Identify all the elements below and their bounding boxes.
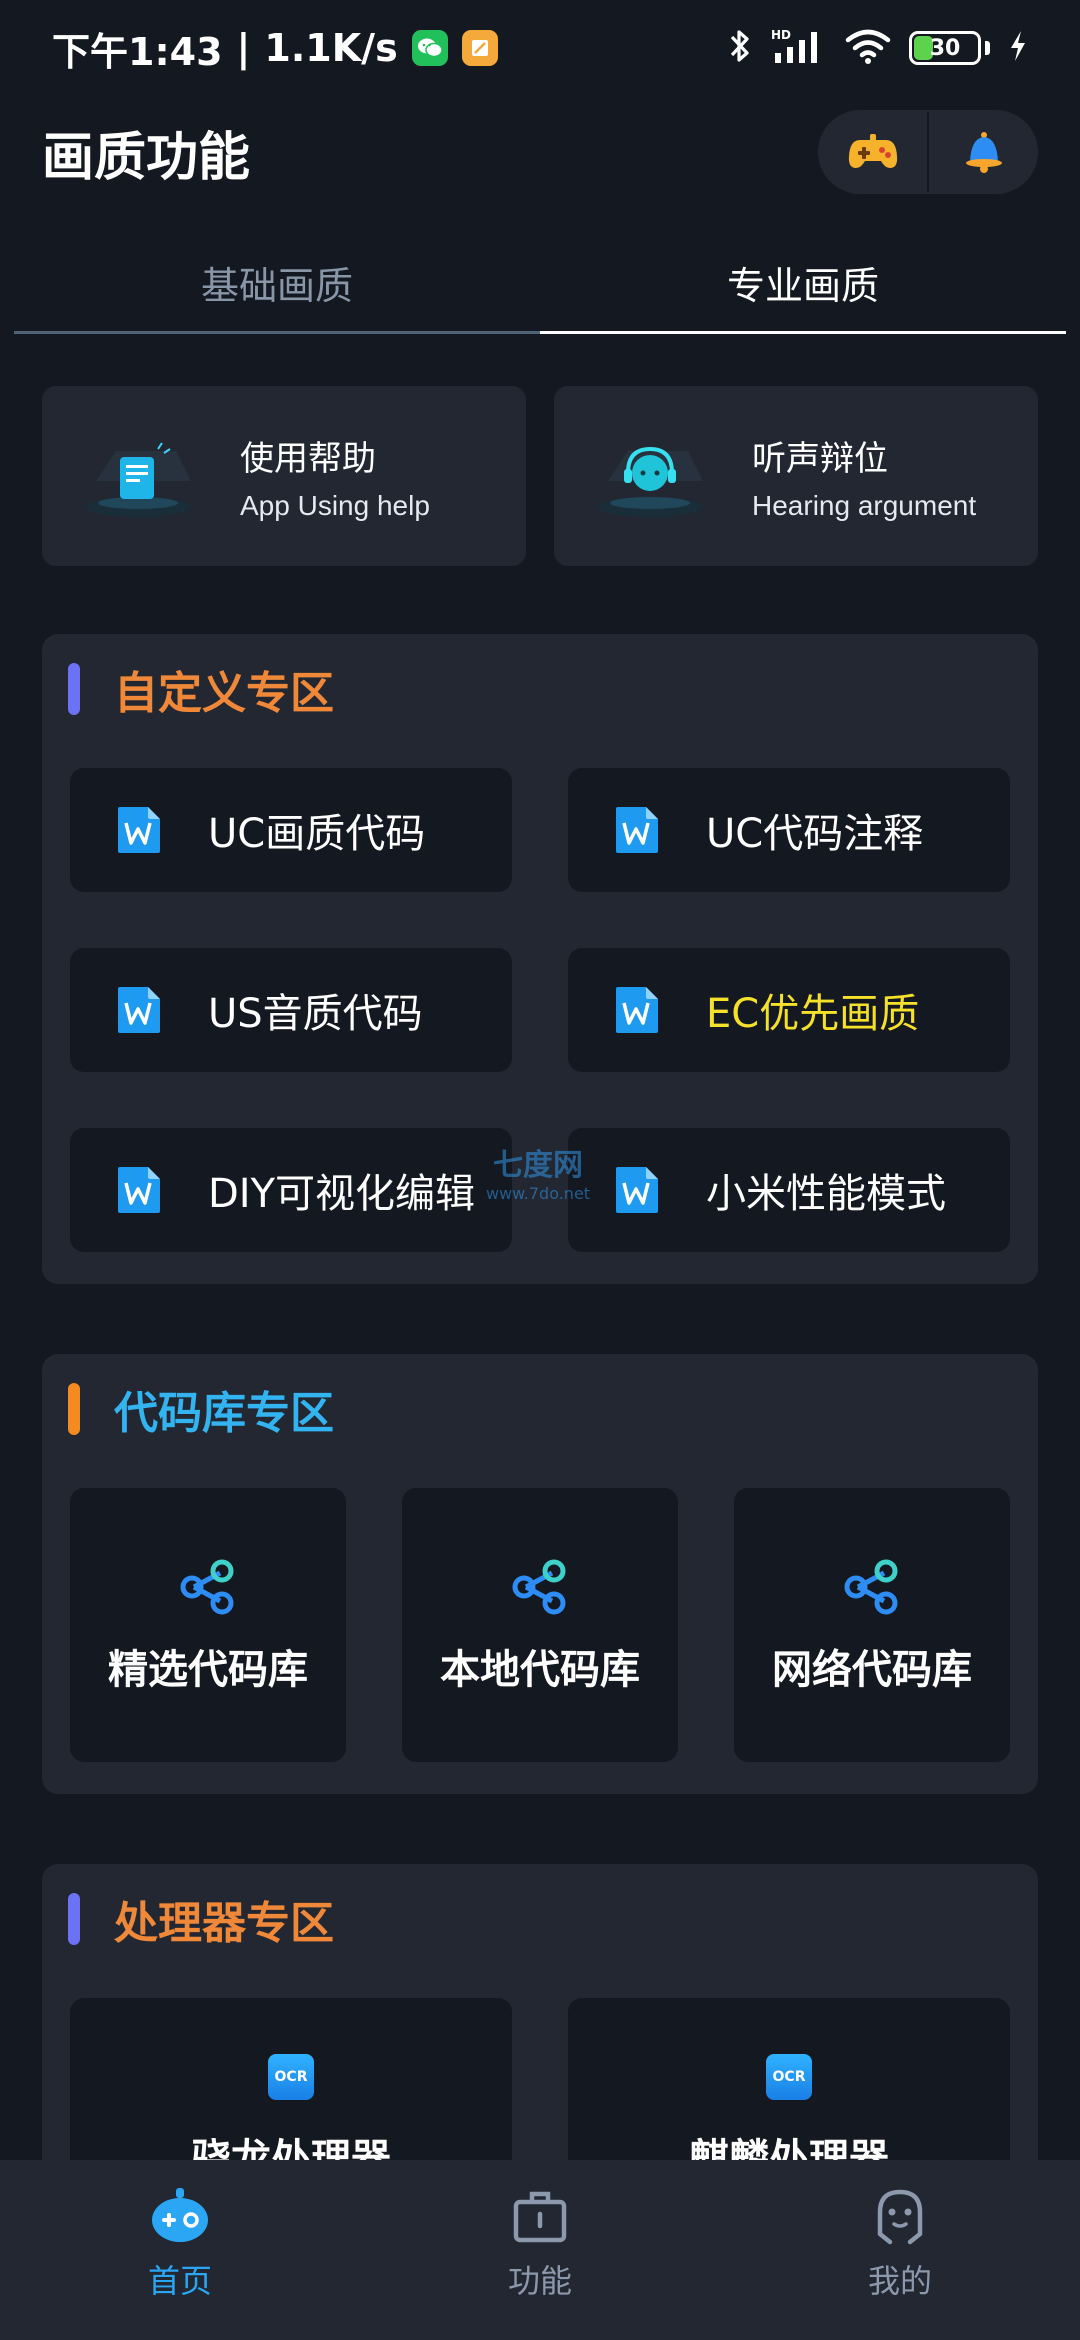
notification-button[interactable] [929,110,1038,194]
uc-quality-code-button[interactable]: UC画质代码 [70,768,512,892]
help-card-title: 使用帮助 [240,438,376,479]
local-library-button[interactable]: 本地代码库 [402,1488,678,1762]
status-bar: 下午1:43 | 1.1K/s HD 30 [0,0,1080,96]
diy-visual-editor-button[interactable]: DIY可视化编辑 [70,1128,512,1252]
section-header: 处理器专区 [42,1864,1038,1974]
battery-icon: 30 [909,31,981,65]
network-library-button[interactable]: 网络代码库 [734,1488,1010,1762]
code-item-label: UC代码注释 [706,811,924,857]
toolbox-icon [513,2191,567,2243]
profile-icon [877,2189,923,2245]
help-card-usage[interactable]: 使用帮助 App Using help [42,386,526,566]
help-card-subtitle: App Using help [240,489,430,521]
xiaomi-performance-mode-button[interactable]: 小米性能模式 [568,1128,1010,1252]
us-sound-code-button[interactable]: US音质代码 [70,948,512,1072]
document-illustration-icon [86,442,191,517]
battery-tip [985,41,990,55]
share-icon [512,1559,566,1615]
tab-basic-quality[interactable]: 基础画质 [14,230,540,334]
status-net-speed: 1.1K/s [264,26,398,70]
wifi-icon [845,27,891,69]
word-doc-icon [616,987,658,1033]
battery-level: 30 [929,35,961,61]
library-grid: 精选代码库 本地代码库 网络代码库 [42,1464,1038,1790]
help-card-text: 使用帮助 App Using help [240,431,430,522]
word-doc-icon [616,1167,658,1213]
game-button[interactable] [818,110,927,194]
library-label: 精选代码库 [108,1647,308,1693]
section-header: 代码库专区 [42,1354,1038,1464]
library-section: 代码库专区 精选代码库 本地代码库 网络代码库 [42,1354,1038,1794]
gamepad-icon [848,134,897,168]
word-doc-icon [118,1167,160,1213]
help-cards: 使用帮助 App Using help 听声辩位 Hearing argumen… [42,386,1038,566]
app-header: 画质功能 [42,110,1038,194]
ocr-icon: OCR [268,2054,314,2100]
status-time: 下午1:43 [52,29,223,74]
tab-pro-quality[interactable]: 专业画质 [540,230,1066,334]
library-label: 本地代码库 [440,1647,640,1693]
code-item-label: DIY可视化编辑 [208,1171,476,1217]
tab-underline [14,331,540,334]
bottom-nav: 首页 功能 我的 [0,2160,1080,2340]
code-item-label: UC画质代码 [208,811,426,857]
section-title: 代码库专区 [114,1388,334,1439]
code-item-label: US音质代码 [208,991,423,1037]
share-icon [844,1559,898,1615]
section-header: 自定义专区 [42,634,1038,744]
status-separator: | [236,26,251,70]
hd-signal-icon: HD [771,27,827,69]
nav-label: 首页 [147,2262,212,2300]
app-screen: 下午1:43 | 1.1K/s HD 30 画质功能 基础画质 专业画质 使用帮… [0,0,1080,2340]
wechat-icon [411,30,448,66]
watermark-main: 七度网 [493,1148,584,1183]
help-card-title: 听声辩位 [752,438,888,479]
status-left: 下午1:43 | 1.1K/s [52,21,498,76]
uc-code-notes-button[interactable]: UC代码注释 [568,768,1010,892]
section-accent-bar [68,1893,80,1945]
help-card-hearing[interactable]: 听声辩位 Hearing argument [554,386,1038,566]
tab-label: 基础画质 [200,263,353,308]
section-accent-bar [68,663,80,715]
help-card-subtitle: Hearing argument [752,489,977,521]
quality-tabs: 基础画质 专业画质 [14,230,1066,334]
page-title: 画质功能 [42,127,251,188]
help-card-text: 听声辩位 Hearing argument [752,431,976,522]
share-icon [180,1559,234,1615]
ec-priority-quality-button[interactable]: EC优先画质 [568,948,1010,1072]
svg-text:HD: HD [771,28,791,42]
word-doc-icon [118,807,160,853]
watermark: 七度网 www.7do.net [486,1140,590,1203]
status-right: HD 30 [727,27,1028,69]
word-doc-icon [118,987,160,1033]
notes-icon [461,30,498,66]
nav-label: 功能 [507,2262,572,2300]
nav-home[interactable]: 首页 [0,2160,360,2340]
headset-illustration-icon [598,446,703,517]
word-doc-icon [616,807,658,853]
header-actions [818,110,1038,194]
home-gamepad-icon [152,2188,208,2242]
code-item-label: EC优先画质 [706,991,920,1037]
watermark-sub: www.7do.net [486,1184,591,1203]
ocr-icon: OCR [766,2054,812,2100]
tab-label: 专业画质 [726,263,879,308]
code-item-label: 小米性能模式 [706,1171,946,1217]
section-title: 处理器专区 [114,1898,334,1949]
nav-functions[interactable]: 功能 [360,2160,720,2340]
nav-profile[interactable]: 我的 [720,2160,1080,2340]
section-accent-bar [68,1383,80,1435]
charging-icon [1008,29,1028,67]
bell-icon [965,132,1002,173]
nav-label: 我的 [867,2262,932,2300]
bluetooth-icon [727,27,753,69]
section-title: 自定义专区 [114,668,334,719]
library-label: 网络代码库 [772,1647,972,1693]
tab-underline [540,331,1066,334]
featured-library-button[interactable]: 精选代码库 [70,1488,346,1762]
